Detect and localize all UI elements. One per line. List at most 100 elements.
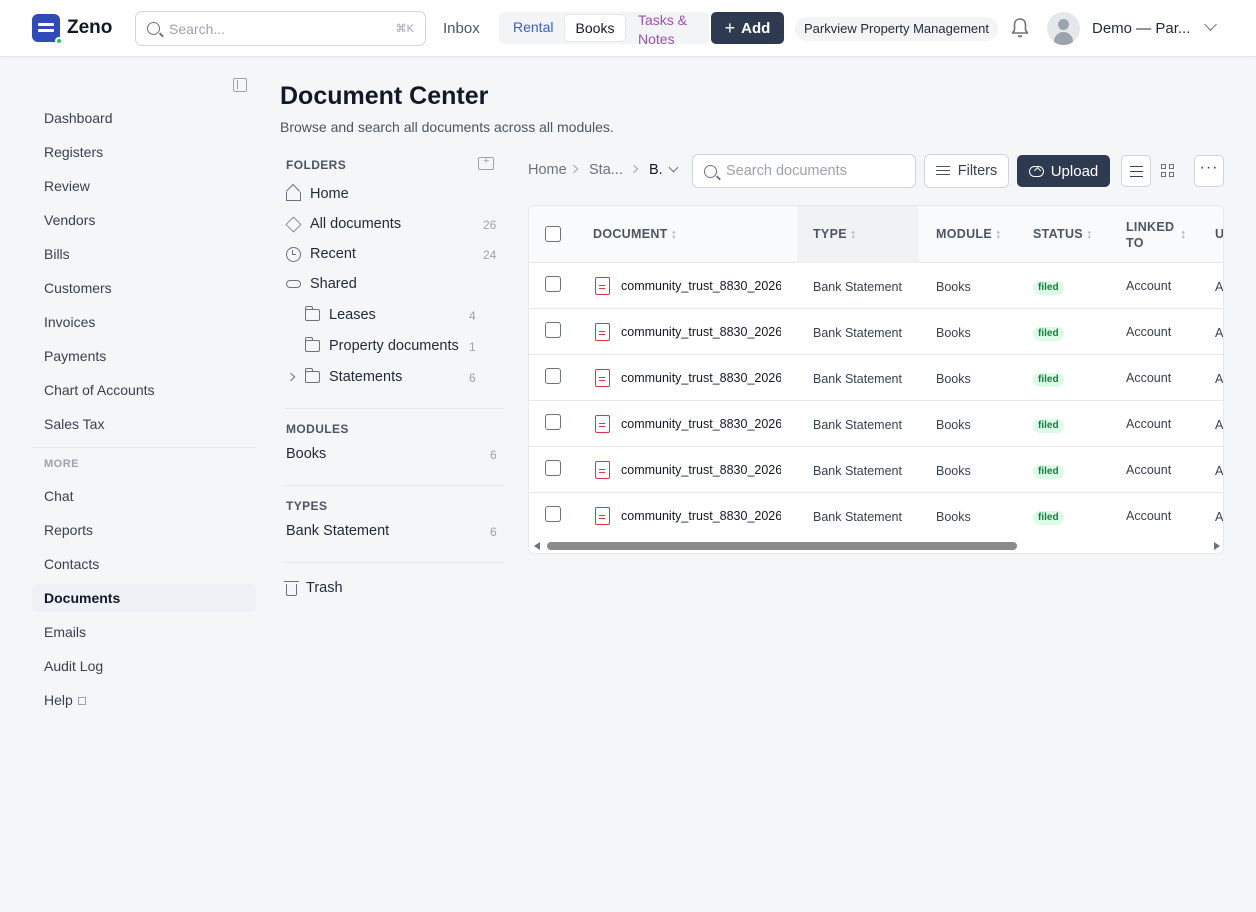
table-header: DOCUMENT ↕ TYPE ↕ MODULE ↕ STATUS ↕ LINKED T… [529,206,1223,263]
sidebar-item-invoices[interactable]: Invoices [44,314,95,330]
sidebar-item-dashboard[interactable]: Dashboard [44,110,113,126]
linked-to[interactable]: Account [1126,279,1171,293]
module-books[interactable]: Books [286,446,326,462]
app-logo[interactable]: Zeno [32,14,112,45]
inbox-link[interactable]: Inbox [443,20,480,37]
sidebar-item-review[interactable]: Review [44,178,90,194]
row-checkbox[interactable] [545,322,561,338]
folder-label: Statements [329,369,403,385]
row-checkbox[interactable] [545,460,561,476]
search-icon [147,22,160,35]
document-module: Books [936,464,971,478]
document-module: Books [936,510,971,524]
add-button[interactable]: + Add [711,12,784,44]
folder-all-documents[interactable]: All documents [285,216,401,232]
document-name[interactable]: community_trust_8830_2026 [621,371,781,385]
trash-link[interactable]: Trash [284,580,343,596]
table-row[interactable]: community_trust_8830_2026 Bank Statement… [529,355,1223,401]
sidebar-item-customers[interactable]: Customers [44,280,112,296]
linked-to[interactable]: Account [1126,509,1171,523]
document-type: Bank Statement [813,326,902,340]
document-name[interactable]: community_trust_8830_2026 [621,417,781,431]
global-search-input[interactable]: Search... ⌘K [135,11,426,46]
column-type[interactable]: TYPE ↕ [813,227,856,241]
folder-leases[interactable]: Leases [305,306,376,323]
linked-to[interactable]: Account [1126,325,1171,339]
sidebar-item-help[interactable]: Help [44,692,86,708]
table-row[interactable]: community_trust_8830_2026 Bank Statement… [529,447,1223,493]
folder-shared[interactable]: Shared [286,276,357,292]
folder-home[interactable]: Home [286,186,349,202]
scroll-left-arrow-icon[interactable] [534,542,540,550]
mode-books[interactable]: Books [564,14,626,42]
sidebar-item-chat[interactable]: Chat [44,488,74,504]
mode-rental[interactable]: Rental [513,19,553,35]
user-avatar[interactable] [1047,12,1080,45]
row-checkbox[interactable] [545,414,561,430]
document-name[interactable]: community_trust_8830_2026 [621,279,781,293]
table-row[interactable]: community_trust_8830_2026 Bank Statement… [529,263,1223,309]
breadcrumb-statements[interactable]: Sta... [589,162,623,178]
sidebar-item-emails[interactable]: Emails [44,624,86,640]
table-row[interactable]: community_trust_8830_2026 Bank Statement… [529,401,1223,447]
column-document[interactable]: DOCUMENT ↕ [593,227,677,241]
sidebar-item-documents[interactable]: Documents [44,590,120,606]
sidebar-item-payments[interactable]: Payments [44,348,106,364]
bell-icon[interactable] [1010,17,1030,39]
user-name[interactable]: Demo — Par... [1092,20,1190,37]
linked-to[interactable]: Account [1126,463,1171,477]
sidebar-item-bills[interactable]: Bills [44,246,70,262]
collapse-sidebar-icon[interactable] [233,78,247,92]
folder-icon [305,337,320,352]
folder-count: 24 [483,248,497,262]
grid-view-button[interactable] [1161,164,1175,178]
horizontal-scrollbar[interactable] [529,538,1223,553]
new-folder-icon[interactable] [478,155,494,170]
row-checkbox[interactable] [545,506,561,522]
document-type: Bank Statement [813,372,902,386]
page-title: Document Center [280,82,489,110]
chevron-down-icon[interactable] [1204,18,1217,31]
mode-tasks-notes[interactable]: Tasks & Notes [638,11,698,49]
sidebar-item-registers[interactable]: Registers [44,144,103,160]
folder-statements[interactable]: Statements [305,368,403,385]
sidebar-item-reports[interactable]: Reports [44,522,93,538]
column-status[interactable]: STATUS ↕ [1033,227,1093,241]
table-row[interactable]: community_trust_8830_2026 Bank Statement… [529,309,1223,355]
folder-property-documents[interactable]: Property documents [305,337,459,354]
linked-to[interactable]: Account [1126,417,1171,431]
sidebar-item-chart-of-accounts[interactable]: Chart of Accounts [44,382,155,398]
breadcrumb-home[interactable]: Home [528,162,567,178]
folder-recent[interactable]: Recent [286,246,356,262]
upload-button[interactable]: Upload [1017,155,1110,187]
sidebar-item-audit-log[interactable]: Audit Log [44,658,103,674]
document-search-input[interactable]: Search documents [692,154,916,188]
linked-to[interactable]: Account [1126,371,1171,385]
more-options-button[interactable]: ··· [1194,155,1224,187]
types-label: TYPES [286,499,328,513]
column-linked-to[interactable]: LINKED TO [1126,219,1176,251]
filters-button[interactable]: Filters [924,154,1009,188]
column-uploaded[interactable]: U [1215,227,1223,241]
document-name[interactable]: community_trust_8830_2026 [621,463,781,477]
scrollbar-thumb[interactable] [547,542,1017,550]
row-checkbox[interactable] [545,368,561,384]
sidebar-item-vendors[interactable]: Vendors [44,212,95,228]
chevron-down-icon[interactable] [668,162,679,173]
document-name[interactable]: community_trust_8830_2026 [621,509,781,523]
breadcrumb-current[interactable]: B. [649,162,663,178]
column-module[interactable]: MODULE ↕ [936,227,1002,241]
select-all-checkbox[interactable] [545,226,561,242]
row-checkbox[interactable] [545,276,561,292]
list-view-button[interactable] [1121,155,1151,187]
expand-chevron-icon[interactable] [286,372,296,382]
table-row[interactable]: community_trust_8830_2026 Bank Statement… [529,493,1223,539]
type-bank-statement[interactable]: Bank Statement [286,523,389,539]
document-name[interactable]: community_trust_8830_2026 [621,325,781,339]
scroll-right-arrow-icon[interactable] [1214,542,1220,550]
sidebar-item-sales-tax[interactable]: Sales Tax [44,416,104,432]
panel-divider [286,562,504,563]
organization-switcher[interactable]: Parkview Property Management [795,17,998,41]
sort-icon[interactable]: ↕ [1180,227,1186,241]
sidebar-item-contacts[interactable]: Contacts [44,556,99,572]
